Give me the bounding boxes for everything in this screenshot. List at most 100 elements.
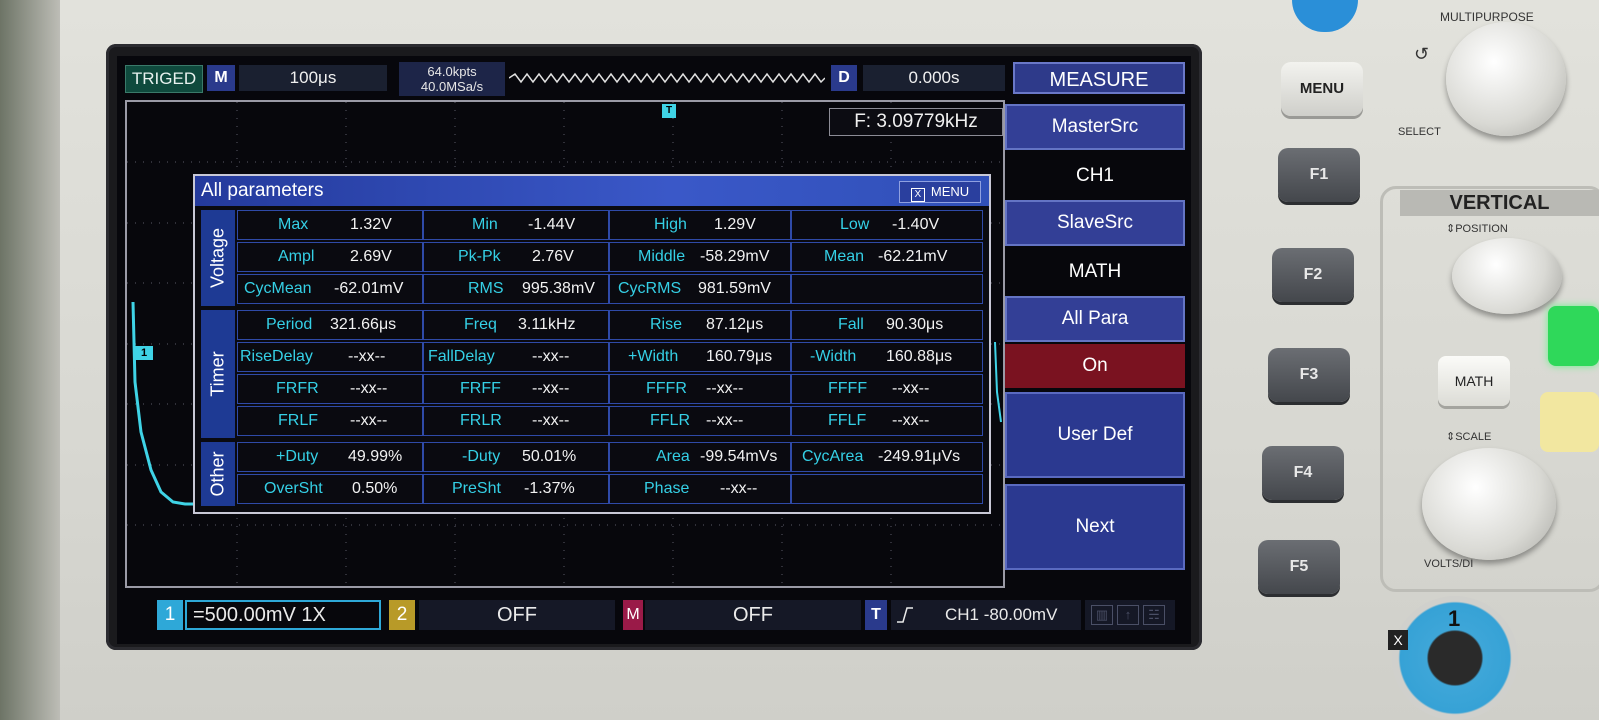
- f3-button[interactable]: F3: [1268, 348, 1350, 402]
- panel-menu-button[interactable]: X MENU: [899, 181, 981, 203]
- menu-button[interactable]: MENU: [1281, 62, 1363, 116]
- param-name: Rise: [650, 316, 683, 333]
- param-value: -58.29mV: [700, 248, 770, 265]
- ground-icon: X: [1388, 630, 1408, 650]
- f1-button[interactable]: F1: [1278, 148, 1360, 202]
- user-def-button[interactable]: User Def: [1005, 392, 1185, 478]
- param-value: 160.88μs: [886, 348, 953, 365]
- mode-badge: M: [207, 65, 235, 91]
- param-cell: Rise 87.12μs: [609, 310, 791, 340]
- ch1-waveform: [131, 301, 195, 506]
- param-cell: +Width 160.79μs: [609, 342, 791, 372]
- param-name: OverSht: [264, 480, 323, 497]
- memory-depth: 64.0kpts: [427, 64, 477, 79]
- vertical-title: VERTICAL: [1400, 190, 1599, 216]
- master-src-value[interactable]: CH1: [1005, 154, 1185, 198]
- close-icon[interactable]: X: [910, 188, 925, 202]
- param-cell-empty: [791, 274, 983, 304]
- param-cell: Mean -62.21mV: [791, 242, 983, 272]
- param-value: 160.79μs: [706, 348, 773, 365]
- param-name: Ampl: [278, 248, 315, 265]
- trigger-badge[interactable]: T: [865, 600, 887, 630]
- ch1-setting[interactable]: =500.00mV 1X: [185, 600, 381, 630]
- param-cell: FFLF --xx--: [791, 406, 983, 436]
- ch1-waveform-right: [994, 341, 1002, 423]
- param-cell: RiseDelay --xx--: [237, 342, 423, 372]
- param-value: 2.76V: [532, 248, 574, 265]
- next-button[interactable]: Next: [1005, 484, 1185, 570]
- ch2-setting[interactable]: OFF: [419, 600, 615, 630]
- param-cell: CycMean -62.01mV: [237, 274, 423, 304]
- volts-div-label: VOLTS/DI: [1424, 558, 1474, 570]
- f4-button[interactable]: F4: [1262, 446, 1344, 500]
- ch1-offset-marker[interactable]: 1: [135, 346, 153, 360]
- param-value: 3.11kHz: [518, 316, 576, 333]
- master-src-label[interactable]: MasterSrc: [1005, 104, 1185, 150]
- delay-readout: 0.000s: [863, 65, 1005, 91]
- param-name: RiseDelay: [240, 348, 313, 365]
- select-label: SELECT: [1398, 126, 1441, 138]
- vertical-position-knob[interactable]: [1452, 238, 1562, 314]
- frequency-readout: F: 3.09779kHz: [829, 108, 1003, 136]
- param-value: -1.44V: [528, 216, 576, 233]
- param-name: FRFR: [276, 380, 319, 397]
- param-cell: Freq 3.11kHz: [423, 310, 609, 340]
- trigger-position-marker[interactable]: T: [662, 104, 676, 118]
- all-para-on-option[interactable]: On: [1005, 344, 1185, 388]
- param-cell: Phase --xx--: [609, 474, 791, 504]
- param-value: --xx--: [892, 412, 930, 429]
- all-para-label[interactable]: All Para: [1005, 296, 1185, 342]
- param-value: 87.12μs: [706, 316, 764, 333]
- param-name: FFLR: [650, 412, 690, 429]
- lock-icon: ▥: [1091, 605, 1113, 625]
- param-cell-empty: [791, 474, 983, 504]
- slave-src-label[interactable]: SlaveSrc: [1005, 200, 1185, 246]
- param-name: +Duty: [276, 448, 319, 465]
- param-cell: RMS 995.38mV: [423, 274, 609, 304]
- f5-button[interactable]: F5: [1258, 540, 1340, 594]
- menu-title: MEASURE: [1013, 62, 1185, 94]
- network-icon: ☵: [1143, 605, 1165, 625]
- param-value: --xx--: [532, 412, 570, 429]
- slave-src-value[interactable]: MATH: [1005, 250, 1185, 294]
- ch2-badge[interactable]: 2: [389, 600, 415, 630]
- param-name: FallDelay: [428, 348, 495, 365]
- group-label: Other: [201, 442, 235, 506]
- rising-edge-icon: [897, 607, 913, 623]
- param-cell: PreSht -1.37%: [423, 474, 609, 504]
- param-value: --xx--: [720, 480, 758, 497]
- math-setting[interactable]: OFF: [645, 600, 861, 630]
- position-label: ⇕POSITION: [1446, 223, 1508, 235]
- param-cell: FFFF --xx--: [791, 374, 983, 404]
- param-value: 50.01%: [522, 448, 577, 465]
- param-value: --xx--: [532, 380, 570, 397]
- param-cell: FRFF --xx--: [423, 374, 609, 404]
- param-name: Middle: [638, 248, 686, 265]
- param-cell: FRFR --xx--: [237, 374, 423, 404]
- ch1-badge[interactable]: 1: [157, 600, 183, 630]
- param-value: --xx--: [348, 348, 386, 365]
- panel-title: All parameters: [201, 180, 324, 201]
- param-cell: Period 321.66μs: [237, 310, 423, 340]
- param-cell: Ampl 2.69V: [237, 242, 423, 272]
- multipurpose-knob[interactable]: [1446, 22, 1566, 136]
- ch2-enable-button[interactable]: [1540, 392, 1599, 452]
- rotate-icon: ↺: [1414, 44, 1430, 64]
- sample-rate: 40.0MSa/s: [420, 79, 484, 94]
- param-value: --xx--: [532, 348, 570, 365]
- param-value: 995.38mV: [522, 280, 595, 297]
- param-value: --xx--: [350, 380, 388, 397]
- f2-button[interactable]: F2: [1272, 248, 1354, 302]
- ch1-enable-button[interactable]: [1548, 306, 1599, 366]
- param-cell: FRLF --xx--: [237, 406, 423, 436]
- param-cell: High 1.29V: [609, 210, 791, 240]
- math-badge[interactable]: M: [623, 600, 643, 630]
- param-cell: Low -1.40V: [791, 210, 983, 240]
- param-name: Fall: [838, 316, 864, 333]
- trigger-setting[interactable]: CH1 -80.00mV: [891, 600, 1081, 630]
- math-button[interactable]: MATH: [1438, 356, 1510, 406]
- param-name: FFFR: [646, 380, 687, 397]
- param-name: FRLF: [278, 412, 318, 429]
- vertical-scale-knob[interactable]: [1422, 448, 1556, 560]
- param-name: -Duty: [462, 448, 501, 465]
